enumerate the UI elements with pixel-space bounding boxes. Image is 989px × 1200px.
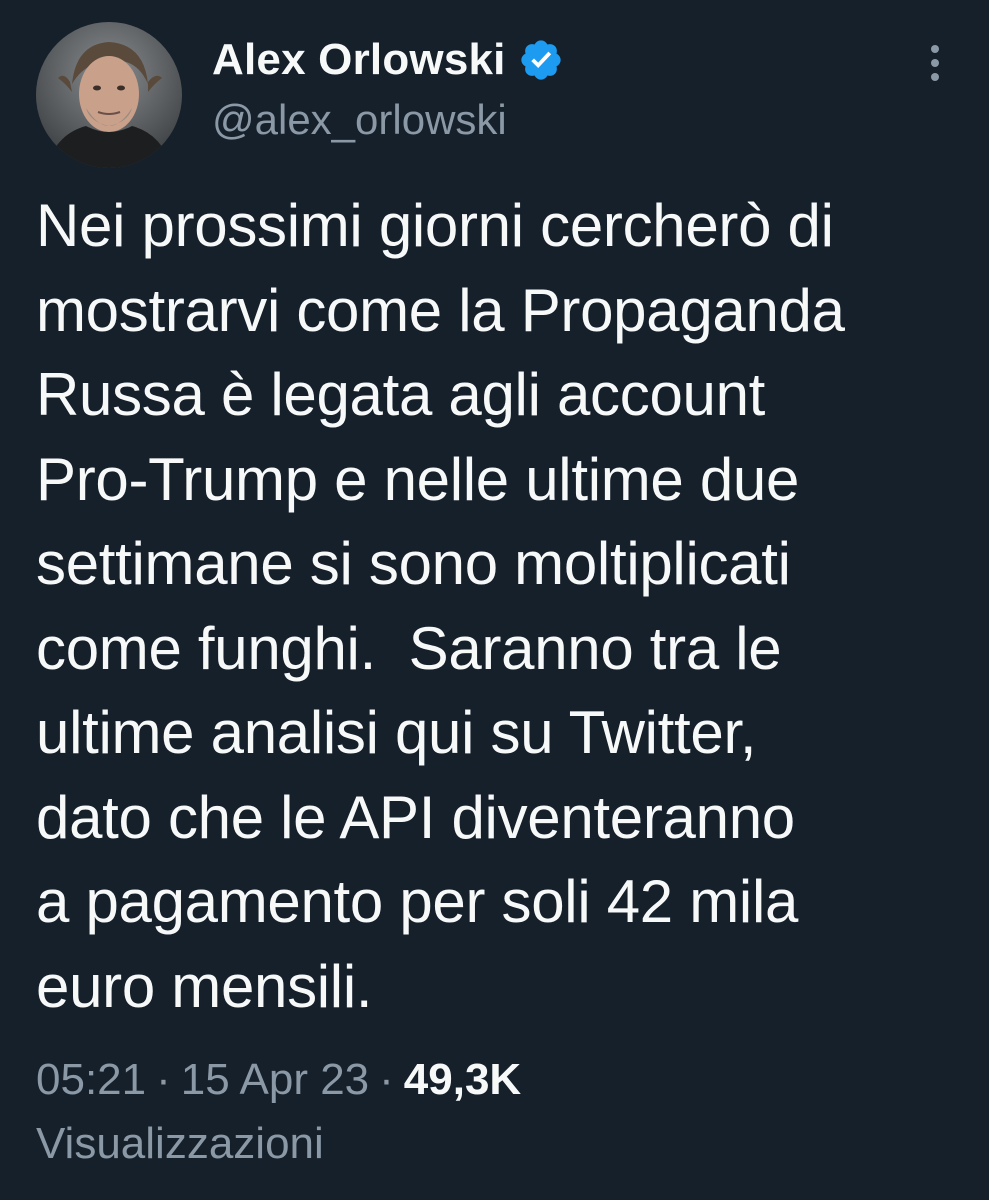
views-label[interactable]: Visualizzazioni [36,1119,324,1168]
avatar-image [36,22,182,168]
separator-dot: · [156,1055,171,1104]
avatar[interactable] [36,22,182,168]
author-name-row: Alex Orlowski [212,34,564,86]
more-options-icon[interactable] [922,42,948,86]
author-handle[interactable]: @alex_orlowski [212,96,507,144]
separator-dot: · [379,1055,394,1104]
author-display-name[interactable]: Alex Orlowski [212,35,506,85]
tweet-card: Alex Orlowski @alex_orlowski Nei prossim… [0,0,989,1200]
tweet-text: Nei prossimi giorni cercherò di mostrarv… [36,192,845,1020]
tweet-time[interactable]: 05:21 [36,1055,146,1104]
verified-badge-icon[interactable] [518,37,564,83]
views-count[interactable]: 49,3K [404,1055,521,1104]
tweet-meta: 05:21 · 15 Apr 23 · 49,3K Visualizzazioni [36,1048,956,1176]
tweet-date[interactable]: 15 Apr 23 [181,1055,369,1104]
